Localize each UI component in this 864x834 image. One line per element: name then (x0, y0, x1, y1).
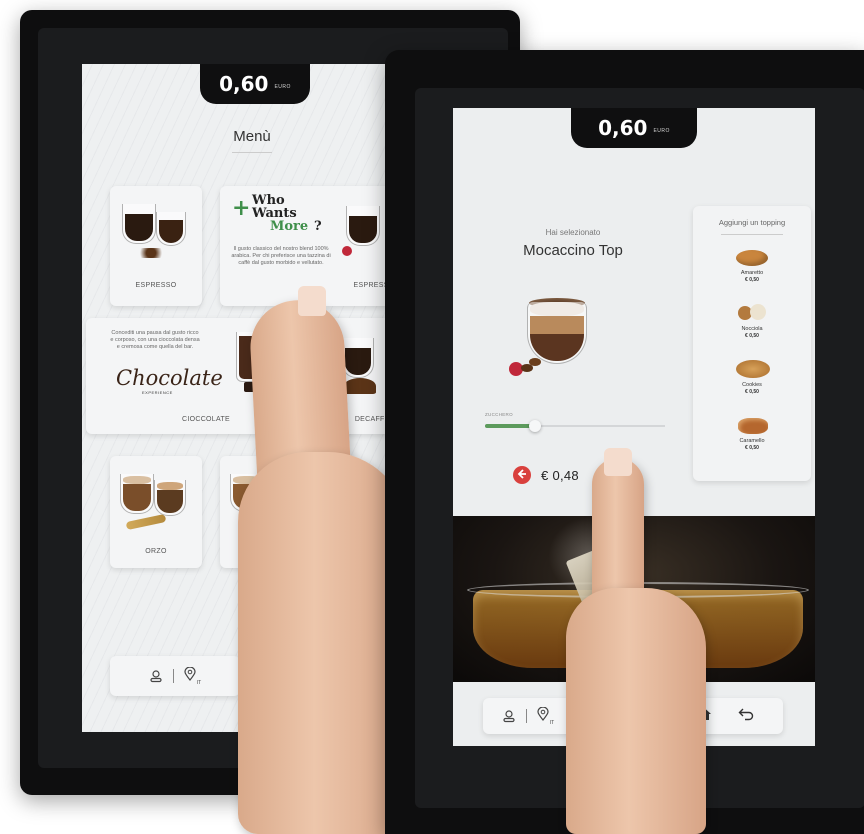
sugar-slider[interactable] (485, 420, 665, 432)
menu-title: Menù (233, 128, 271, 145)
back-icon[interactable] (738, 707, 754, 726)
promo-line3: More (270, 219, 309, 234)
credit-amount: 0,60 (598, 116, 648, 140)
topping-title: Aggiungi un topping (718, 218, 786, 227)
topping-divider (721, 234, 783, 235)
chocolate-description: Concediti una pausa dal gusto ricco e co… (110, 330, 200, 350)
language-selector[interactable]: IT (537, 705, 555, 726)
credit-currency: EURO (653, 128, 670, 134)
topping-price: € 0,50 (745, 445, 759, 451)
credit-display: 0,60 EURO (200, 64, 310, 104)
credit-display: 0,60 EURO (571, 108, 697, 148)
chocolate-logo-sub: EXPERIENCE (142, 390, 173, 395)
espresso-cup-image (122, 204, 192, 264)
fingernail (298, 286, 326, 316)
promo-plus: + (232, 195, 251, 221)
topping-price: € 0,50 (745, 389, 759, 395)
language-selector[interactable]: IT (184, 665, 202, 686)
orzo-card-label: ORZO (145, 548, 167, 555)
caramello-image (732, 414, 772, 436)
topping-caramello[interactable]: Caramello € 0,50 (693, 414, 811, 451)
espresso-card-label: ESPRESSO (135, 282, 177, 289)
location-pin-icon (537, 705, 549, 726)
location-pin-icon (184, 665, 196, 686)
topping-name: Amaretto (740, 270, 764, 276)
orzo-card[interactable]: ORZO (110, 456, 202, 568)
topping-nocciola[interactable]: Nocciola € 0,50 (693, 302, 811, 339)
topping-panel: Aggiungi un topping Amaretto € 0,50 Nocc… (693, 206, 811, 481)
product-name: Mocaccino Top (523, 242, 623, 259)
espresso-card[interactable]: ESPRESSO (110, 186, 202, 306)
hand-palm-back (238, 452, 408, 834)
chocolate-logo: Chocolate EXPERIENCE (116, 366, 223, 402)
price-row: € 0,48 (513, 466, 579, 484)
credit-currency: EURO (274, 84, 291, 90)
language-code: IT (196, 679, 202, 686)
bottom-bar: IT (110, 656, 240, 696)
topping-price: € 0,50 (745, 277, 759, 283)
promo-description: Il gusto classico del nostro blend 100% … (231, 246, 331, 266)
language-code: IT (549, 719, 555, 726)
topping-price: € 0,50 (745, 333, 759, 339)
bottom-bar: IT (483, 698, 573, 734)
bottom-bar-separator (172, 669, 174, 683)
promo-question: ? (314, 219, 322, 234)
orzo-cup-image (120, 474, 192, 534)
selected-label: Hai selezionato (545, 228, 601, 237)
back-arrow-button[interactable] (513, 466, 531, 484)
topping-name: Nocciola (741, 326, 763, 332)
user-icon[interactable] (502, 709, 516, 723)
user-icon[interactable] (149, 669, 163, 683)
chocolate-logo-text: Chocolate (116, 366, 223, 390)
sugar-label: ZUCCHERO (485, 412, 513, 417)
menu-title-divider (232, 152, 272, 153)
topping-amaretto[interactable]: Amaretto € 0,50 (693, 246, 811, 283)
topping-cookies[interactable]: Cookies € 0,50 (693, 358, 811, 395)
bottom-bar-separator (525, 709, 527, 723)
sugar-slider-handle[interactable] (529, 420, 542, 432)
chocolate-card-label: CIOCCOLATE (182, 416, 230, 423)
fingernail (604, 448, 632, 476)
arrow-left-icon (517, 468, 527, 482)
credit-amount: 0,60 (219, 72, 269, 96)
topping-name: Caramello (739, 438, 765, 444)
cookies-image (732, 358, 772, 380)
hand-palm-front (566, 588, 706, 834)
nocciola-image (732, 302, 772, 324)
topping-name: Cookies (742, 382, 762, 388)
sugar-slider-fill (485, 424, 536, 428)
amaretto-image (732, 246, 772, 268)
product-price: € 0,48 (541, 467, 579, 483)
mocaccino-cup-image (509, 298, 629, 398)
